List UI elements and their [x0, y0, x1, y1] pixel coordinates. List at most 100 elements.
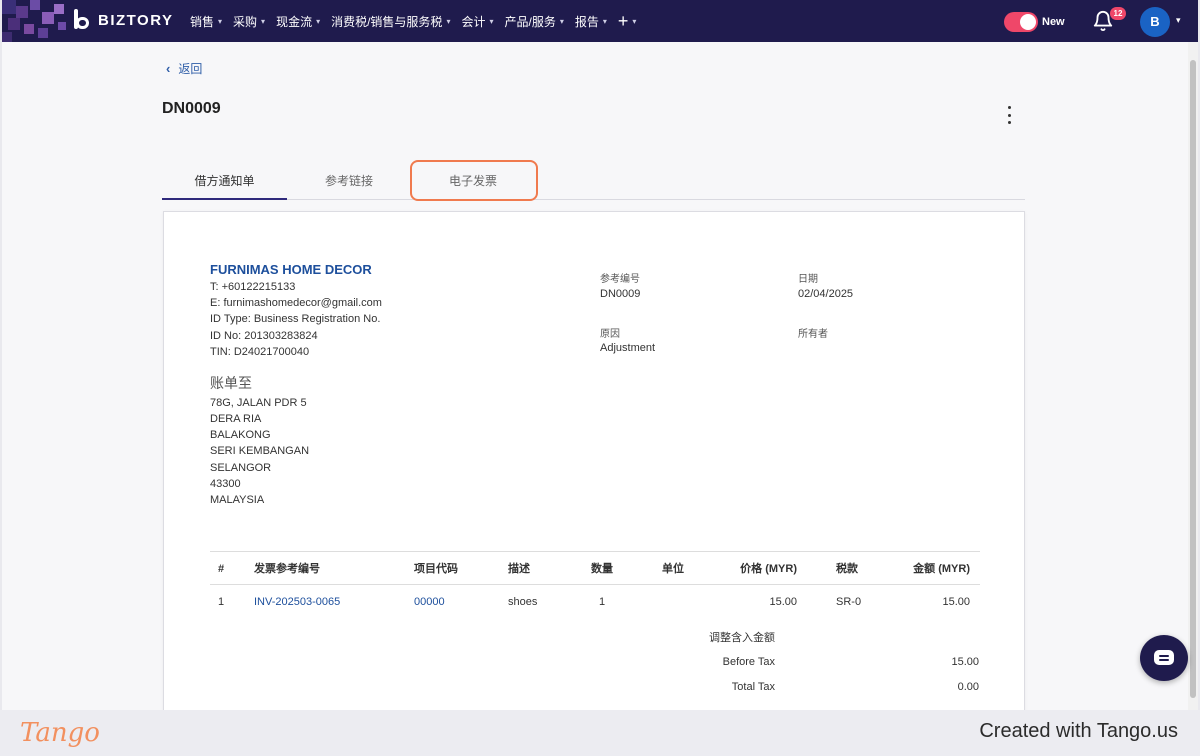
- chat-line: [1159, 659, 1169, 661]
- line-items-table: # 发票参考编号 项目代码 描述 数量 单位 价格 (MYR) 税款 金额 (M…: [210, 551, 980, 619]
- brand-name: BIZTORY: [98, 11, 174, 29]
- row-number: 1: [218, 596, 225, 608]
- menu-label: 报告: [574, 14, 599, 29]
- chevron-down-icon: ▾: [489, 16, 494, 26]
- date-label: 日期: [798, 274, 818, 285]
- bill-to-line: DERA RIA: [210, 413, 262, 425]
- tab-reference-links[interactable]: 参考链接: [287, 162, 411, 200]
- menu-label: 销售: [190, 14, 215, 29]
- menu-label: 会计: [461, 14, 486, 29]
- biztory-logo-icon: [72, 9, 92, 31]
- company-id-type: ID Type: Business Registration No.: [210, 313, 381, 325]
- back-link[interactable]: ‹ 返回: [166, 60, 202, 77]
- notification-badge: 12: [1110, 7, 1126, 20]
- reason-value: Adjustment: [600, 342, 656, 354]
- column-header: #: [218, 563, 225, 575]
- bill-to-line: 78G, JALAN PDR 5: [210, 397, 307, 409]
- chat-line: [1159, 655, 1169, 657]
- company-phone: T: +60122215133: [210, 281, 296, 293]
- created-with-text: Created with Tango.us: [979, 720, 1178, 742]
- more-options-button[interactable]: [1002, 106, 1016, 124]
- menu-label: 消费税/销售与服务税: [331, 14, 443, 29]
- menu-accounting[interactable]: 会计 ▾: [461, 13, 493, 30]
- column-header: 单位: [662, 563, 684, 575]
- chevron-down-icon: ▾: [316, 16, 321, 26]
- invoice-reference-link[interactable]: INV-202503-0065: [254, 585, 340, 619]
- item-code-link[interactable]: 00000: [414, 585, 445, 619]
- bill-to-line: 43300: [210, 478, 241, 490]
- menu-tax[interactable]: 消费税/销售与服务税 ▾: [331, 13, 450, 30]
- back-label: 返回: [178, 62, 203, 76]
- item-description: shoes: [508, 596, 538, 608]
- chat-support-button[interactable]: [1140, 635, 1188, 681]
- before-tax-value: 15.00: [951, 656, 979, 668]
- bill-to-line: SELANGOR: [210, 462, 272, 474]
- column-header: 描述: [508, 563, 530, 575]
- item-amount: 15.00: [942, 596, 970, 608]
- column-header: 金额 (MYR): [913, 563, 970, 575]
- toggle-knob: [1020, 14, 1036, 30]
- total-tax-value: 0.00: [957, 681, 979, 693]
- user-avatar[interactable]: B: [1140, 7, 1170, 37]
- chat-bubble-icon: [1154, 650, 1174, 665]
- debit-note-document: FURNIMAS HOME DECOR T: +60122215133 E: f…: [163, 211, 1025, 710]
- chevron-left-icon: ‹: [166, 61, 171, 76]
- menu-cashflow[interactable]: 现金流 ▾: [276, 13, 320, 30]
- bill-to-heading: 账单至: [210, 375, 252, 391]
- column-header: 数量: [591, 563, 613, 575]
- chevron-down-icon: ▾: [446, 16, 451, 26]
- page-title: DN0009: [162, 100, 221, 117]
- column-header: 项目代码: [414, 563, 458, 575]
- menu-purchases[interactable]: 采购 ▾: [233, 13, 265, 30]
- column-header: 价格 (MYR): [740, 563, 797, 575]
- menu-sales[interactable]: 销售 ▾: [190, 13, 222, 30]
- menu-reports[interactable]: 报告 ▾: [575, 13, 607, 30]
- table-row: 1 INV-202503-0065 00000 shoes 1 15.00 SR…: [210, 585, 980, 619]
- reference-number-label: 参考编号: [600, 274, 640, 285]
- reason-label: 原因: [600, 329, 620, 340]
- tango-footer: Tango Created with Tango.us: [0, 710, 1200, 756]
- page-scrollbar[interactable]: [1188, 42, 1198, 710]
- bill-to-line: BALAKONG: [210, 429, 271, 441]
- before-tax-label: Before Tax: [722, 656, 775, 668]
- tab-e-invoice[interactable]: 电子发票: [411, 162, 535, 200]
- item-quantity: 1: [599, 596, 606, 608]
- scrollbar-thumb[interactable]: [1190, 60, 1196, 698]
- tab-debit-note[interactable]: 借方通知单: [162, 162, 287, 200]
- add-menu-button[interactable]: + ▾: [618, 11, 637, 32]
- summary-title: 调整含入金额: [709, 632, 775, 644]
- date-value: 02/04/2025: [798, 288, 854, 300]
- menu-label: 现金流: [276, 14, 313, 29]
- item-price: 15.00: [769, 596, 797, 608]
- item-tax-code: SR-0: [836, 596, 862, 608]
- brand-logo[interactable]: BIZTORY: [72, 9, 174, 31]
- menu-products[interactable]: 产品/服务 ▾: [504, 13, 563, 30]
- new-ui-toggle[interactable]: [1004, 12, 1038, 32]
- column-header: 税款: [836, 563, 858, 575]
- chevron-down-icon: ▾: [632, 16, 637, 26]
- bill-to-line: SERI KEMBANGAN: [210, 445, 310, 457]
- company-name: FURNIMAS HOME DECOR: [210, 262, 372, 277]
- tango-logo: Tango: [20, 718, 100, 748]
- kebab-dot: [1007, 113, 1011, 117]
- top-navbar: BIZTORY 销售 ▾ 采购 ▾ 现金流 ▾ 消费税/销售与服务税 ▾ 会计 ▾ 产品/…: [2, 0, 1198, 42]
- bill-to-line: MALAYSIA: [210, 494, 265, 506]
- main-menu: 销售 ▾ 采购 ▾ 现金流 ▾ 消费税/销售与服务税 ▾ 会计 ▾ 产品/服务 ▾ 报告 ▾ …: [190, 0, 636, 42]
- company-id-no: ID No: 201303283824: [210, 330, 318, 342]
- chevron-down-icon: ▾: [218, 16, 223, 26]
- kebab-dot: [1007, 121, 1011, 124]
- company-email: E: furnimashomedecor@gmail.com: [210, 297, 382, 309]
- table-header-row: # 发票参考编号 项目代码 描述 数量 单位 价格 (MYR) 税款 金额 (M…: [210, 551, 980, 585]
- chevron-down-icon: ▾: [559, 16, 564, 26]
- menu-label: 采购: [233, 14, 258, 29]
- chevron-down-icon: ▾: [602, 16, 607, 26]
- reference-number-value: DN0009: [600, 288, 641, 300]
- chevron-down-icon[interactable]: ▾: [1176, 15, 1181, 26]
- total-tax-label: Total Tax: [731, 681, 775, 693]
- app-window: BIZTORY 销售 ▾ 采购 ▾ 现金流 ▾ 消费税/销售与服务税 ▾ 会计 ▾ 产品/…: [2, 0, 1198, 710]
- menu-label: 产品/服务: [504, 14, 556, 29]
- chevron-down-icon: ▾: [261, 16, 266, 26]
- tab-bar: 借方通知单 参考链接 电子发票: [162, 162, 1025, 200]
- column-header: 发票参考编号: [254, 563, 320, 575]
- company-tin: TIN: D24021700040: [210, 346, 310, 358]
